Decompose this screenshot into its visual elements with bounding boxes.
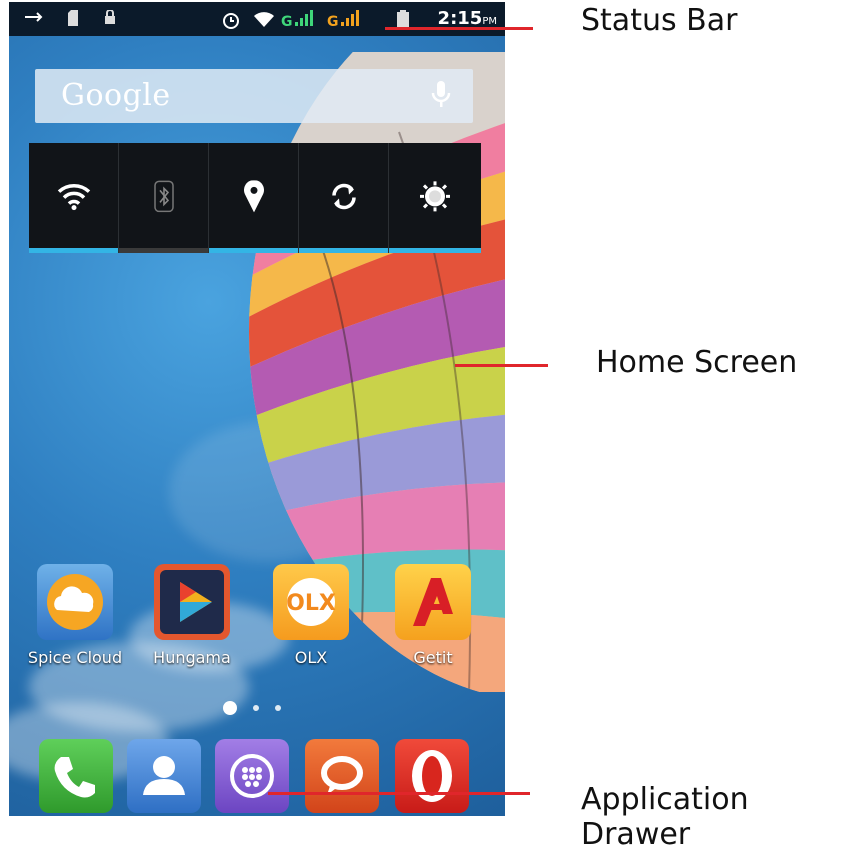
app-getit[interactable]: Getit [383, 564, 483, 667]
bluetooth-icon [153, 180, 174, 213]
brightness-icon [420, 181, 450, 212]
bluetooth-toggle[interactable] [119, 143, 209, 253]
wifi-icon [57, 184, 90, 211]
status-bar-pointer-line [385, 27, 533, 30]
google-search-bar[interactable]: Google [35, 69, 473, 123]
page-dot-active[interactable] [223, 701, 237, 715]
alarm-icon [221, 10, 241, 35]
wifi-toggle-indicator [29, 248, 118, 253]
location-toggle[interactable] [209, 143, 299, 253]
page-dot[interactable] [275, 705, 281, 711]
status-bar: G G 2:15PM [9, 2, 505, 36]
page-dot[interactable] [253, 705, 259, 711]
phone-screen: G G 2:15PM Google Spice Cloud Hungama OL… [9, 2, 505, 816]
app-hungama[interactable]: Hungama [142, 564, 242, 667]
app-label: Hungama [153, 648, 231, 667]
app-label: Getit [413, 648, 453, 667]
opera-icon [412, 750, 452, 802]
google-search-label: Google [61, 78, 171, 113]
getit-icon [395, 564, 471, 640]
app-drawer-annotation: Application Drawer [581, 782, 749, 852]
app-drawer-icon [230, 754, 274, 798]
battery-icon [397, 10, 409, 35]
dock-opera-button[interactable] [395, 739, 469, 813]
wifi-icon [253, 10, 275, 33]
olx-icon: OLX [273, 564, 349, 640]
sync-icon [331, 183, 356, 210]
clock-time: 2:15 [437, 8, 483, 29]
signal-g-icon: G [281, 10, 313, 31]
app-label: OLX [294, 648, 328, 667]
home-screen-pointer-line [455, 364, 548, 367]
dock-messaging-button[interactable] [305, 739, 379, 813]
brightness-toggle-indicator [389, 248, 481, 253]
app-label: Spice Cloud [27, 648, 123, 667]
app-drawer-pointer-line [268, 792, 530, 795]
power-control-widget [29, 143, 481, 253]
cloud-icon [37, 564, 113, 640]
home-screen-annotation: Home Screen [596, 345, 798, 380]
lock-icon [105, 9, 115, 29]
usb-icon [23, 10, 45, 29]
wifi-toggle[interactable] [29, 143, 119, 253]
app-olx[interactable]: OLX OLX [261, 564, 361, 667]
dock-contacts-button[interactable] [127, 739, 201, 813]
contacts-icon [143, 756, 185, 795]
brightness-toggle[interactable] [389, 143, 481, 253]
phone-icon [54, 757, 95, 798]
svg-text:OLX: OLX [286, 591, 336, 616]
location-icon [243, 180, 264, 213]
status-bar-annotation: Status Bar [581, 3, 738, 38]
signal-g-icon: G [327, 10, 359, 31]
sd-card-icon [67, 10, 79, 31]
dock-app-drawer-button[interactable] [215, 739, 289, 813]
play-icon [154, 564, 230, 640]
location-toggle-indicator [209, 248, 298, 253]
sync-toggle[interactable] [299, 143, 389, 253]
dock-phone-button[interactable] [39, 739, 113, 813]
app-spice-cloud[interactable]: Spice Cloud [25, 564, 125, 667]
sync-toggle-indicator [299, 248, 388, 253]
messaging-icon [321, 756, 363, 795]
microphone-icon[interactable] [431, 81, 451, 111]
bluetooth-toggle-indicator [119, 248, 208, 253]
clock-suffix: PM [482, 16, 497, 27]
